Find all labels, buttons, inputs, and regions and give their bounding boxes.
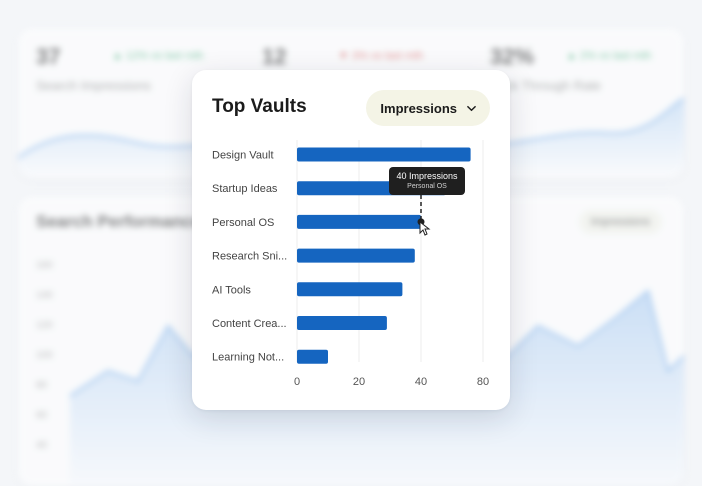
tooltip-category: Personal OS	[407, 183, 447, 190]
bar[interactable]	[297, 147, 471, 162]
category-label: Research Sni...	[212, 251, 287, 263]
bar[interactable]	[297, 349, 328, 364]
bar[interactable]	[297, 316, 387, 330]
bar[interactable]	[297, 282, 403, 297]
x-tick-label: 0	[294, 376, 300, 388]
tooltip-value: 40 Impressions	[396, 171, 458, 181]
top-vaults-bar-chart: 0 20 40 80 Design Vault Startup Ideas Personal…	[212, 140, 489, 388]
category-label: Design Vault	[212, 150, 274, 162]
chart-tooltip: 40 Impressions Personal OS	[389, 167, 465, 195]
bar[interactable]	[297, 248, 415, 263]
x-tick-label: 80	[477, 376, 489, 388]
bar[interactable]	[297, 214, 421, 229]
category-label: Content Crea...	[212, 318, 287, 330]
category-label: Personal OS	[212, 217, 274, 229]
category-label: Startup Ideas	[212, 183, 278, 195]
x-tick-label: 20	[353, 376, 365, 388]
mouse-pointer-icon	[419, 221, 431, 236]
x-tick-label: 40	[415, 376, 427, 388]
category-label: Learning Not...	[212, 352, 284, 364]
category-label: AI Tools	[212, 284, 251, 296]
